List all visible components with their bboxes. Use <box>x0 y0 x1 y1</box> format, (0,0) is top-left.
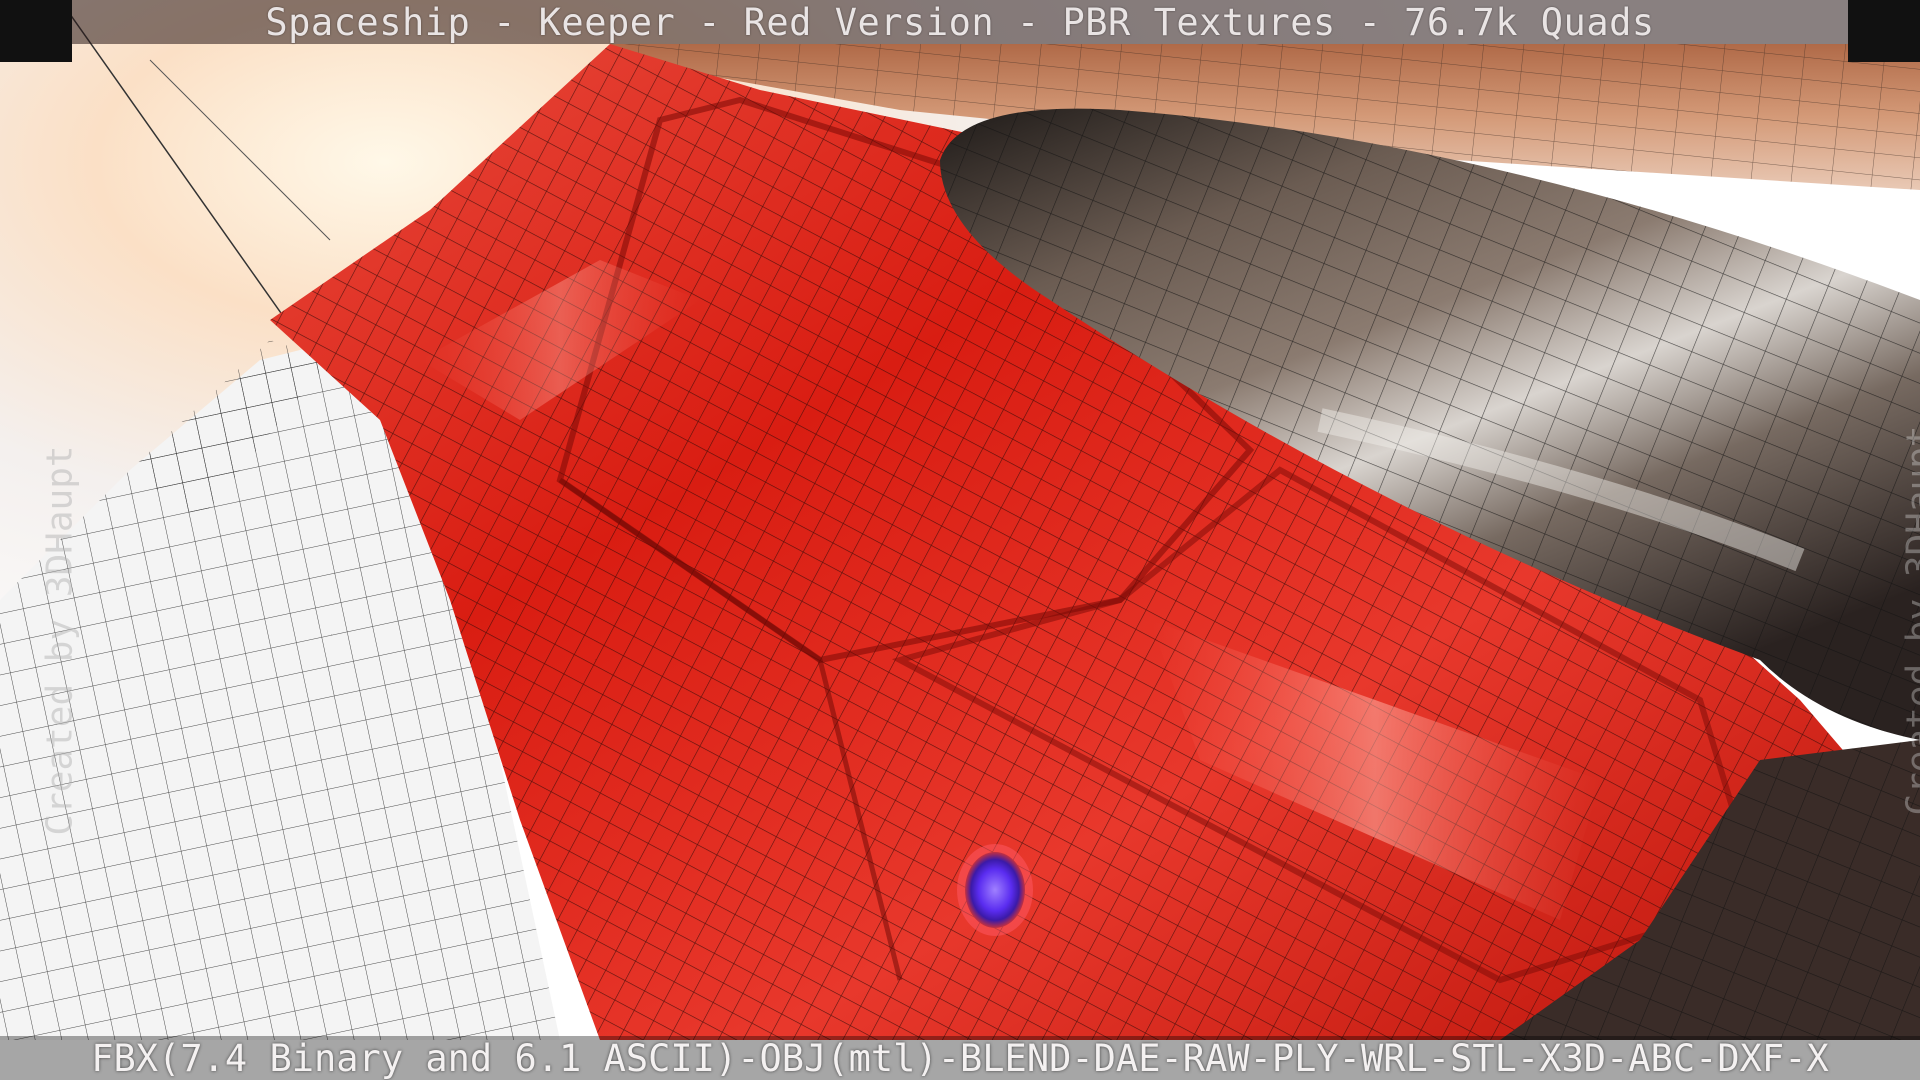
file-formats-list: FBX(7.4 Binary and 6.1 ASCII)-OBJ(mtl)-B… <box>91 1036 1829 1080</box>
corner-block-right <box>1848 0 1920 62</box>
render-viewport <box>0 0 1920 1080</box>
corner-block-left <box>0 0 72 62</box>
navigation-light <box>957 844 1033 936</box>
watermark-right: Created by 3DHaupt <box>1899 425 1920 816</box>
title-bar: Spaceship - Keeper - Red Version - PBR T… <box>72 0 1848 44</box>
model-title: Spaceship - Keeper - Red Version - PBR T… <box>265 0 1655 44</box>
watermark-left: Created by 3DHaupt <box>39 445 81 836</box>
formats-bar: FBX(7.4 Binary and 6.1 ASCII)-OBJ(mtl)-B… <box>0 1036 1920 1080</box>
